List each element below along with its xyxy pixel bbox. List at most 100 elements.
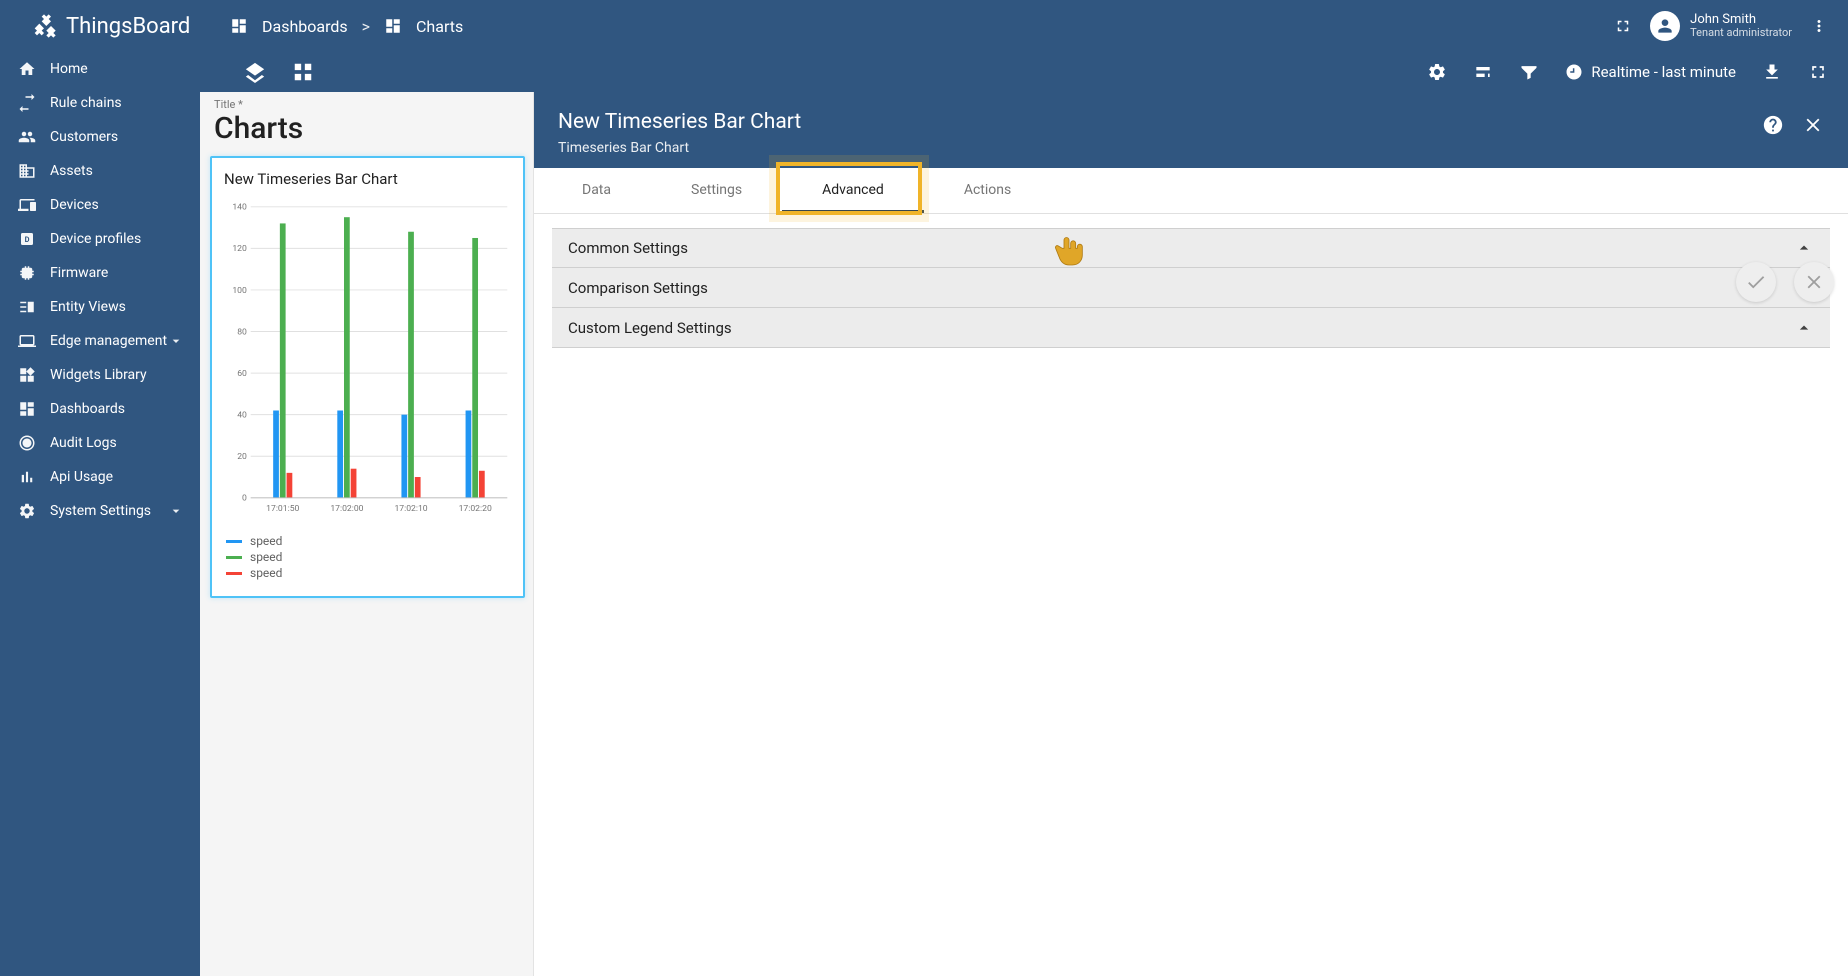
nav-audit-logs[interactable]: Audit Logs xyxy=(0,426,200,460)
nav-label: Dashboards xyxy=(50,401,184,417)
nav-entity-views[interactable]: Entity Views xyxy=(0,290,200,324)
nav-label: Home xyxy=(50,61,184,77)
nav-label: Firmware xyxy=(50,265,184,281)
breadcrumb-current[interactable]: Charts xyxy=(416,17,463,36)
nav-edge-management[interactable]: Edge management xyxy=(0,324,200,358)
tab-settings[interactable]: Settings xyxy=(651,168,782,213)
nav-widgets-library[interactable]: Widgets Library xyxy=(0,358,200,392)
chevron-up-icon xyxy=(1794,238,1814,258)
view-icon xyxy=(18,298,36,316)
nav-rule-chains[interactable]: Rule chains xyxy=(0,86,200,120)
brand-logo[interactable]: ThingsBoard xyxy=(0,0,200,52)
widget-preview[interactable]: New Timeseries Bar Chart 020406080100120… xyxy=(210,156,525,598)
edit-pane: Title * Charts New Timeseries Bar Chart … xyxy=(200,92,534,976)
widget-config-panel: New Timeseries Bar Chart Timeseries Bar … xyxy=(534,92,1848,976)
breadcrumb-root[interactable]: Dashboards xyxy=(262,17,348,36)
widget-title: New Timeseries Bar Chart xyxy=(222,170,513,188)
layers-icon[interactable] xyxy=(244,61,266,83)
svg-text:17:01:50: 17:01:50 xyxy=(266,504,299,514)
nav-label: Audit Logs xyxy=(50,435,184,451)
svg-text:100: 100 xyxy=(232,286,247,296)
nav-assets[interactable]: Assets xyxy=(0,154,200,188)
topbar: Dashboards > Charts John Smith Tenant ad… xyxy=(200,0,1848,52)
svg-text:40: 40 xyxy=(237,411,247,421)
more-icon[interactable] xyxy=(1810,17,1828,35)
section-custom-legend-settings[interactable]: Custom Legend Settings xyxy=(552,308,1830,348)
nav-label: Api Usage xyxy=(50,469,184,485)
track-icon xyxy=(18,434,36,452)
chevron-down-icon xyxy=(168,503,184,519)
swap-icon xyxy=(18,94,36,112)
nav-label: System Settings xyxy=(50,503,168,519)
user-menu[interactable]: John Smith Tenant administrator xyxy=(1650,11,1792,41)
svg-text:0: 0 xyxy=(242,494,247,504)
nav-home[interactable]: Home xyxy=(0,52,200,86)
fullscreen-icon[interactable] xyxy=(1808,62,1828,82)
nav-label: Assets xyxy=(50,163,184,179)
tab-data[interactable]: Data xyxy=(542,168,651,213)
nav-label: Devices xyxy=(50,197,184,213)
help-icon[interactable] xyxy=(1762,114,1784,136)
clock-icon xyxy=(1565,63,1583,81)
grid-icon[interactable] xyxy=(292,61,314,83)
svg-text:120: 120 xyxy=(232,244,247,254)
timewindow-button[interactable]: Realtime - last minute xyxy=(1565,63,1736,81)
home-icon xyxy=(18,60,36,78)
tab-advanced[interactable]: Advanced xyxy=(782,168,924,213)
svg-text:17:02:10: 17:02:10 xyxy=(394,504,427,514)
svg-text:140: 140 xyxy=(232,203,247,213)
gear-icon xyxy=(18,502,36,520)
entities-icon[interactable] xyxy=(1473,62,1493,82)
nav-devices[interactable]: Devices xyxy=(0,188,200,222)
nav-api-usage[interactable]: Api Usage xyxy=(0,460,200,494)
legend-item: speed xyxy=(226,534,513,548)
legend-item: speed xyxy=(226,566,513,580)
timewindow-label: Realtime - last minute xyxy=(1591,63,1736,81)
section-common-settings[interactable]: Common Settings xyxy=(552,228,1830,268)
nav-label: Widgets Library xyxy=(50,367,184,383)
gear-icon[interactable] xyxy=(1427,62,1447,82)
close-icon[interactable] xyxy=(1802,114,1824,136)
filter-icon[interactable] xyxy=(1519,62,1539,82)
widgets-icon xyxy=(18,366,36,384)
download-icon[interactable] xyxy=(1762,62,1782,82)
thingsboard-icon xyxy=(30,12,58,40)
panel-title: New Timeseries Bar Chart xyxy=(558,110,801,134)
nav-label: Rule chains xyxy=(50,95,184,111)
svg-text:20: 20 xyxy=(237,452,247,462)
title-field-label: Title * xyxy=(210,98,525,111)
svg-text:17:02:00: 17:02:00 xyxy=(330,504,363,514)
settings-sections: Common SettingsComparison SettingsCustom… xyxy=(534,214,1848,362)
nav-customers[interactable]: Customers xyxy=(0,120,200,154)
tab-actions[interactable]: Actions xyxy=(924,168,1051,213)
avatar xyxy=(1650,11,1680,41)
cancel-button[interactable] xyxy=(1794,262,1834,302)
apply-button[interactable] xyxy=(1736,262,1776,302)
dashboard-icon xyxy=(384,17,402,35)
memory-icon xyxy=(18,264,36,282)
panel-header: New Timeseries Bar Chart Timeseries Bar … xyxy=(534,92,1848,168)
nav-firmware[interactable]: Firmware xyxy=(0,256,200,290)
close-icon xyxy=(1803,271,1825,293)
fullscreen-alt-icon[interactable] xyxy=(1614,17,1632,35)
user-role: Tenant administrator xyxy=(1690,27,1792,39)
nav-label: Customers xyxy=(50,129,184,145)
svg-text:17:02:20: 17:02:20 xyxy=(459,504,492,514)
people-icon xyxy=(18,128,36,146)
nav-device-profiles[interactable]: DDevice profiles xyxy=(0,222,200,256)
svg-text:60: 60 xyxy=(237,369,247,379)
legend-item: speed xyxy=(226,550,513,564)
nav-dashboards[interactable]: Dashboards xyxy=(0,392,200,426)
chart-icon xyxy=(18,468,36,486)
pointer-cursor-icon xyxy=(1049,226,1089,274)
badge-icon: D xyxy=(18,230,36,248)
user-name: John Smith xyxy=(1690,13,1792,27)
dashboard-icon xyxy=(230,17,248,35)
section-comparison-settings[interactable]: Comparison Settings xyxy=(552,268,1830,308)
title-field-value[interactable]: Charts xyxy=(210,111,525,156)
nav-system-settings[interactable]: System Settings xyxy=(0,494,200,528)
router-icon xyxy=(18,332,36,350)
dashboard-toolbar: Realtime - last minute xyxy=(200,52,1848,92)
devices-icon xyxy=(18,196,36,214)
nav: Home Rule chains Customers Assets Device… xyxy=(0,52,200,528)
